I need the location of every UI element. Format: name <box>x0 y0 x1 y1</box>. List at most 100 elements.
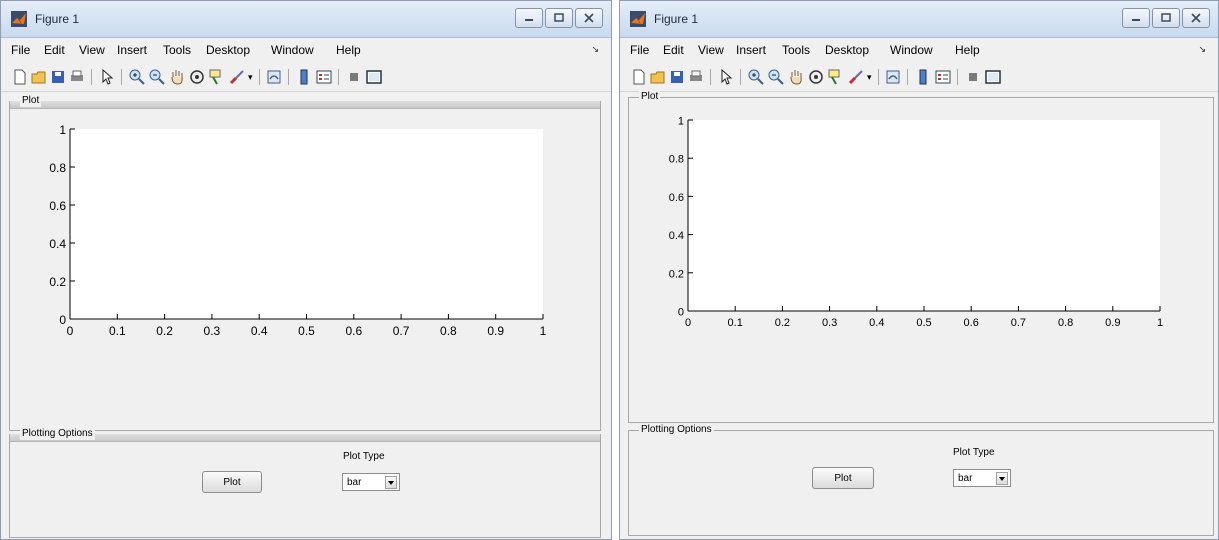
x-tick-label: 0.9 <box>487 324 504 338</box>
link-plot-icon[interactable] <box>884 68 902 86</box>
close-button[interactable] <box>575 8 603 28</box>
rotate-3d-icon[interactable] <box>807 68 825 86</box>
brush-dropdown-icon[interactable]: ▾ <box>248 72 253 83</box>
plot-type-select[interactable]: bar <box>953 469 1011 487</box>
brush-icon[interactable] <box>847 68 865 86</box>
menu-edit[interactable]: Edit <box>44 43 65 57</box>
plot-type-select[interactable]: bar <box>342 473 400 491</box>
y-tick-label: 0.2 <box>49 275 66 289</box>
zoom-out-icon[interactable] <box>767 68 785 86</box>
menu-insert[interactable]: Insert <box>117 43 147 57</box>
y-tick-label: 1 <box>59 123 66 137</box>
dock-arrow-icon[interactable]: ↘ <box>1198 44 1206 55</box>
menu-tools[interactable]: Tools <box>163 43 191 57</box>
brush-icon[interactable] <box>228 68 246 86</box>
maximize-button[interactable] <box>1152 8 1180 28</box>
x-tick-label: 0.5 <box>298 324 315 338</box>
zoom-in-icon[interactable] <box>128 68 146 86</box>
rotate-3d-icon[interactable] <box>188 68 206 86</box>
new-figure-icon[interactable] <box>630 68 648 86</box>
hide-plot-tools-icon[interactable] <box>345 68 363 86</box>
menu-help[interactable]: Help <box>955 43 980 57</box>
x-tick-label: 0.2 <box>156 324 173 338</box>
close-button[interactable] <box>1182 8 1210 28</box>
chevron-down-icon[interactable] <box>996 472 1008 485</box>
x-tick-label: 0.6 <box>345 324 362 338</box>
plot-type-label: Plot Type <box>343 451 385 462</box>
link-plot-icon[interactable] <box>265 68 283 86</box>
maximize-icon <box>554 13 564 22</box>
y-tick-label: 0 <box>59 313 66 327</box>
data-cursor-icon[interactable] <box>827 68 845 86</box>
pointer-icon[interactable] <box>98 68 116 86</box>
plot-type-value: bar <box>958 473 973 484</box>
print-icon[interactable] <box>68 68 86 86</box>
menu-file[interactable]: File <box>630 43 649 57</box>
x-tick-label: 1 <box>540 324 547 338</box>
menu-bar: File Edit View Insert Tools Desktop Wind… <box>1 38 611 62</box>
figure-toolbar: ▾ <box>620 63 1218 92</box>
menu-insert[interactable]: Insert <box>736 43 766 57</box>
save-icon[interactable] <box>668 68 686 86</box>
legend-icon[interactable] <box>315 68 333 86</box>
chevron-down-icon[interactable] <box>385 476 397 489</box>
plot-panel: Plot 0 0.1 0.2 0.3 0.4 0.5 0.6 0.7 0.8 0.9 1 0 0.2 0.… <box>628 91 1214 423</box>
minimize-button[interactable] <box>1122 8 1150 28</box>
pan-hand-icon[interactable] <box>168 68 186 86</box>
menu-window[interactable]: Window <box>271 43 314 57</box>
hide-plot-tools-icon[interactable] <box>964 68 982 86</box>
plot-axes[interactable]: 0 0.1 0.2 0.3 0.4 0.5 0.6 0.7 0.8 0.9 1 0 0.2 0.4 0.6 0… <box>629 98 1213 422</box>
dock-arrow-icon[interactable]: ↘ <box>591 44 599 55</box>
y-tick-label: 0.8 <box>669 154 684 166</box>
menu-file[interactable]: File <box>11 43 30 57</box>
pointer-icon[interactable] <box>717 68 735 86</box>
x-tick-label: 0.2 <box>775 317 790 329</box>
menu-bar: File Edit View Insert Tools Desktop Wind… <box>620 38 1218 62</box>
panel-border <box>10 434 600 442</box>
menu-view[interactable]: View <box>79 43 105 57</box>
plotting-options-title: Plotting Options <box>639 424 714 436</box>
x-tick-label: 0.8 <box>440 324 457 338</box>
legend-icon[interactable] <box>934 68 952 86</box>
x-tick-label: 0.1 <box>109 324 126 338</box>
menu-desktop[interactable]: Desktop <box>206 43 250 57</box>
menu-desktop[interactable]: Desktop <box>825 43 869 57</box>
figure-window-left: Figure 1 File Edit View Insert Tools Des… <box>0 0 612 540</box>
zoom-out-icon[interactable] <box>148 68 166 86</box>
colorbar-icon[interactable] <box>914 68 932 86</box>
y-tick-label: 1 <box>678 116 684 128</box>
menu-view[interactable]: View <box>698 43 724 57</box>
save-icon[interactable] <box>49 68 67 86</box>
x-tick-label: 0.7 <box>393 324 410 338</box>
show-plot-tools-icon[interactable] <box>365 68 383 86</box>
x-tick-label: 0.3 <box>822 317 837 329</box>
maximize-button[interactable] <box>545 8 573 28</box>
print-icon[interactable] <box>687 68 705 86</box>
new-figure-icon[interactable] <box>11 68 29 86</box>
minimize-button[interactable] <box>515 8 543 28</box>
zoom-in-icon[interactable] <box>747 68 765 86</box>
plot-axes[interactable]: 0 0.1 0.2 0.3 0.4 0.5 0.6 0.7 0.8 0.9 1 0 0.2 0.4 0.6 0… <box>10 102 600 430</box>
close-icon <box>1191 13 1201 23</box>
x-tick-label: 0.5 <box>916 317 931 329</box>
data-cursor-icon[interactable] <box>208 68 226 86</box>
menu-help[interactable]: Help <box>336 43 361 57</box>
title-bar[interactable]: Figure 1 <box>1 1 611 38</box>
plot-button[interactable]: Plot <box>812 467 874 489</box>
matlab-logo-icon <box>11 11 27 27</box>
plotting-options-title: Plotting Options <box>20 428 95 440</box>
open-file-icon[interactable] <box>649 68 667 86</box>
menu-tools[interactable]: Tools <box>782 43 810 57</box>
x-tick-label: 0 <box>67 324 74 338</box>
pan-hand-icon[interactable] <box>787 68 805 86</box>
menu-edit[interactable]: Edit <box>663 43 684 57</box>
brush-dropdown-icon[interactable]: ▾ <box>867 72 872 83</box>
plot-button[interactable]: Plot <box>202 471 262 493</box>
colorbar-icon[interactable] <box>295 68 313 86</box>
open-file-icon[interactable] <box>30 68 48 86</box>
plot-panel: Plot 0 0.1 0.2 0.3 0.4 0.5 0.6 0.7 0.8 0.9 1 0 0.2 0.… <box>9 95 601 431</box>
x-tick-label: 0 <box>685 317 691 329</box>
show-plot-tools-icon[interactable] <box>984 68 1002 86</box>
title-bar[interactable]: Figure 1 <box>620 1 1218 38</box>
menu-window[interactable]: Window <box>890 43 933 57</box>
